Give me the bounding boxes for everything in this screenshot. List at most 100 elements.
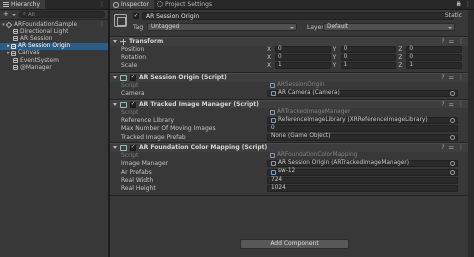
reference-library-label: Reference Library [121,117,175,125]
lock-icon[interactable]: 🔒 [456,1,462,7]
hierarchy-item-scene[interactable]: ▾ ARFoundationSample ⋮ [0,21,108,28]
rotation-y-field[interactable]: 0 [340,54,397,62]
hierarchy-item-label: EventSystem [20,57,59,64]
chevron-down-icon[interactable] [11,13,16,16]
gameobject-icon [13,65,18,71]
hierarchy-item-label: Canvas [18,50,40,57]
ar-session-origin-header[interactable]: ✓ AR Session Origin (Script) ? ⚌ ⋮ [110,73,468,82]
real-height-value: 1024 [271,184,286,191]
reference-library-field[interactable]: ReferenceImageLibrary (XRReferenceImageL… [267,117,458,125]
inspector-tab-icons: 🔒 ⋮ [456,0,474,9]
gameobject-name-field[interactable]: AR Session Origin [142,12,454,20]
transform-header[interactable]: Transform ? ⚌ ⋮ [110,37,468,46]
axis-y-label[interactable]: Y [333,47,339,53]
help-icon[interactable]: ? [441,74,444,81]
position-y-field[interactable]: 0 [340,46,397,54]
fold-arrow-icon[interactable] [113,146,117,150]
asset-icon [271,118,276,124]
hierarchy-tree: ▾ ARFoundationSample ⋮ Directional Light… [0,20,108,71]
help-icon[interactable]: ? [441,38,444,45]
presets-icon[interactable]: ⚌ [449,101,454,108]
hierarchy-search-input[interactable]: ⌕ All [18,11,105,18]
max-moving-images-row: Max Number Of Moving Images 0 [110,125,468,133]
component-enabled-checkbox[interactable]: ✓ [130,101,136,108]
object-picker-icon[interactable] [450,91,455,97]
tab-inspector[interactable]: Inspector [110,0,154,9]
static-label: Static [444,12,462,19]
rotation-z-field[interactable]: 0 [406,54,463,62]
script-icon [120,74,127,81]
object-picker-icon[interactable] [450,134,455,140]
hierarchy-item-ar-session[interactable]: AR Session [0,35,108,42]
hierarchy-tab-menu[interactable]: ⋮ [99,0,108,9]
active-checkbox[interactable]: ✓ [133,13,139,19]
kebab-icon[interactable]: ⋮ [458,74,464,81]
rotation-label: Rotation [121,54,147,62]
fold-arrow-icon[interactable] [113,103,117,107]
tab-hierarchy[interactable]: Hierarchy [0,0,46,9]
image-manager-field[interactable]: AR Session Origin (ARTrackedImageManager… [267,160,458,168]
inspector-scrollbar[interactable] [468,10,474,257]
fold-arrow-icon[interactable] [113,40,117,44]
hierarchy-item-eventsystem[interactable]: EventSystem [0,57,108,64]
presets-icon[interactable]: ⚌ [449,144,454,151]
layer-dropdown[interactable]: Default [323,23,455,31]
axis-z-label[interactable]: Z [398,47,404,53]
axis-y-label[interactable]: Y [333,55,339,61]
component-header-icons: ? ⚌ ⋮ [441,144,464,151]
ar-foundation-color-mapping-header[interactable]: ✓ AR Foundation Color Mapping (Script) ?… [110,143,468,152]
component-enabled-checkbox[interactable]: ✓ [130,145,136,151]
axis-y-label[interactable]: Y [333,63,339,69]
ar-tracked-image-manager-header[interactable]: ✓ AR Tracked Image Manager (Script) ? ⚌ … [110,99,468,109]
presets-icon[interactable]: ⚌ [449,38,454,45]
help-icon[interactable]: ? [441,101,444,108]
fold-arrow-icon[interactable] [113,76,117,80]
ar-prefabs-field[interactable]: sw-12 [267,168,458,176]
help-icon[interactable]: ? [441,144,444,151]
hierarchy-item-canvas[interactable]: ▸ Canvas [0,50,108,57]
axis-x-label[interactable]: X [267,63,273,69]
real-width-row: Real Width 724 [110,176,468,184]
kebab-icon[interactable]: ⋮ [458,101,464,108]
gameobject-cube-icon [114,14,127,27]
real-width-field[interactable]: 724 [267,176,458,184]
max-moving-images-field[interactable]: 0 [267,125,458,133]
scale-x-field[interactable]: 1 [275,62,331,70]
hierarchy-item-ar-session-origin[interactable]: ▸ AR Session Origin [0,42,108,50]
object-picker-icon[interactable] [450,169,455,175]
component-header-icons: ? ⚌ ⋮ [441,38,464,45]
component-enabled-checkbox[interactable]: ✓ [130,75,136,81]
hierarchy-item-manager[interactable]: @Manager [0,64,108,71]
static-toggle[interactable]: Static [445,12,462,20]
inspector-tabbar: Inspector Project Settings 🔒 ⋮ [110,0,474,10]
object-picker-icon[interactable] [450,118,455,124]
object-picker-icon[interactable] [450,161,455,167]
position-z-field[interactable]: 0 [406,46,463,54]
kebab-icon[interactable]: ⋮ [99,1,105,8]
add-object-button[interactable]: + [3,11,9,18]
axis-x-label[interactable]: X [267,47,273,53]
scale-y-field[interactable]: 1 [340,62,397,70]
kebab-icon[interactable]: ⋮ [458,144,464,151]
tracked-image-prefab-row: Tracked Image Prefab None (Game Object) [110,133,468,141]
script-file-icon [270,83,275,89]
position-x-field[interactable]: 0 [275,46,331,54]
axis-z-label[interactable]: Z [398,55,404,61]
camera-field[interactable]: AR Camera (Camera) [267,90,458,98]
kebab-icon[interactable]: ⋮ [458,38,464,45]
kebab-icon[interactable]: ⋮ [99,21,105,28]
tracked-image-prefab-field[interactable]: None (Game Object) [267,133,458,141]
rotation-x-field[interactable]: 0 [275,54,331,62]
axis-x-label[interactable]: X [267,55,273,61]
real-height-field[interactable]: 1024 [267,184,458,193]
tab-project-settings[interactable]: Project Settings [154,0,217,9]
hierarchy-panel: Hierarchy ⋮ + ⌕ All ▾ ARFoundationSample… [0,0,109,257]
tag-dropdown[interactable]: Untagged [147,23,297,31]
script-field: ARSessionOrigin [267,82,458,89]
scale-z-field[interactable]: 1 [406,62,463,70]
add-component-button[interactable]: Add Component [240,239,349,249]
hierarchy-item-directional-light[interactable]: Directional Light [0,28,108,35]
axis-z-label[interactable]: Z [398,63,404,69]
kebab-icon[interactable]: ⋮ [465,1,471,8]
presets-icon[interactable]: ⚌ [449,74,454,81]
